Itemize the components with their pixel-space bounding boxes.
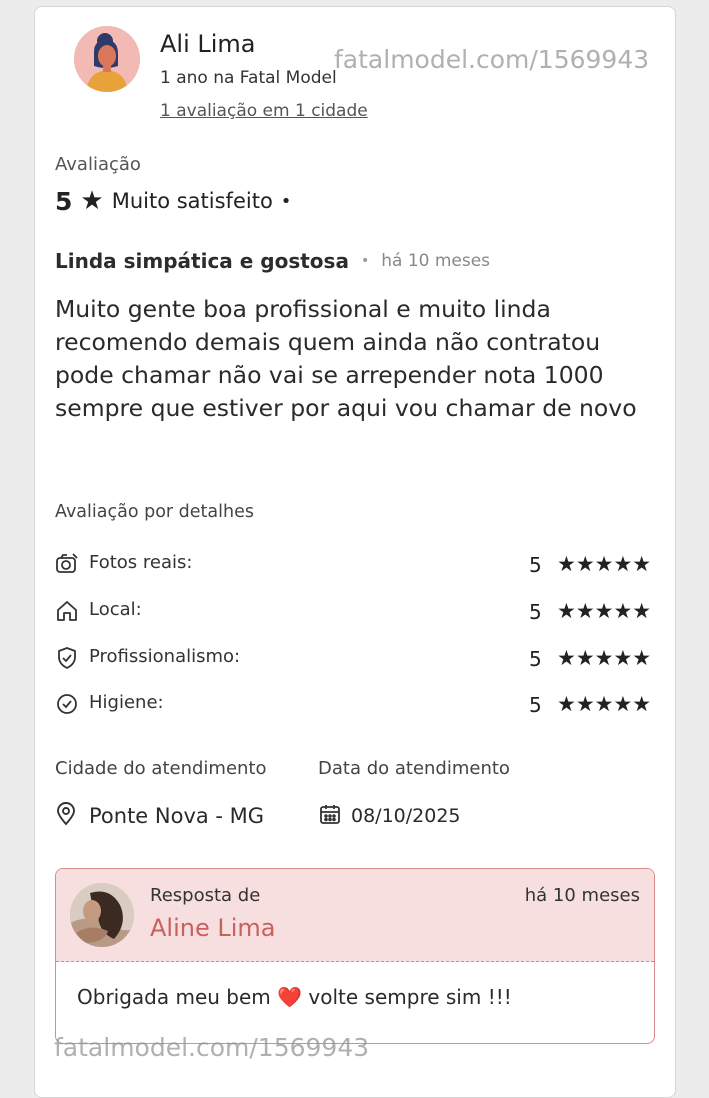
camera-icon [55,552,79,576]
reply-prefix: Resposta de [150,885,261,906]
detail-score: 5 [529,693,542,717]
review-body: Muito gente boa profissional e muito lin… [55,295,637,422]
detail-score: 5 [529,647,542,671]
overall-rating: 5 ★ Muito satisfeito • [55,186,291,216]
rating-label: Avaliação [55,154,141,175]
reply-text-after: volte sempre sim !!! [308,985,512,1009]
reply-box: Resposta de há 10 meses Aline Lima Obrig… [55,868,655,1044]
reply-header: Resposta de há 10 meses Aline Lima [56,869,654,962]
detail-stars: ★★★★★ [557,599,652,623]
city-value: Ponte Nova - MG [89,804,265,828]
reply-text-before: Obrigada meu bem [77,985,271,1009]
detail-row-higiene: Higiene: 5 ★★★★★ [55,690,655,720]
review-title: Linda simpática e gostosa [55,249,349,273]
detail-label: Higiene: [89,692,164,713]
detail-row-local: Local: 5 ★★★★★ [55,597,655,627]
review-header: Linda simpática e gostosa • há 10 meses [55,249,490,273]
detail-stars: ★★★★★ [557,692,652,716]
rating-value: 5 [55,186,73,216]
reviewer-avatar[interactable] [74,26,140,92]
reply-author-name[interactable]: Aline Lima [150,914,275,942]
reviewer-reviews-link[interactable]: 1 avaliação em 1 cidade [160,101,368,121]
reviewer-name[interactable]: Ali Lima [160,30,256,58]
heart-icon: ❤️ [277,985,303,1009]
star-icon: ★ [80,186,104,216]
calendar-icon [318,802,342,830]
reviewer-member-since: 1 ano na Fatal Model [160,68,337,88]
service-date: 08/10/2025 [318,802,461,830]
detail-label: Fotos reais: [89,552,193,573]
home-icon [55,599,79,623]
date-label: Data do atendimento [318,758,510,779]
rating-text: Muito satisfeito [111,189,273,213]
service-city: Ponte Nova - MG [55,802,264,830]
detail-stars: ★★★★★ [557,552,652,576]
rating-separator: • [280,190,292,212]
detail-row-fotos-reais: Fotos reais: 5 ★★★★★ [55,550,655,580]
location-pin-icon [55,802,77,830]
title-separator: • [360,253,370,269]
reply-avatar[interactable] [70,883,134,947]
review-time: há 10 meses [381,251,491,271]
shield-check-icon [55,646,79,670]
watermark-top: fatalmodel.com/1569943 [334,45,650,74]
reply-text: Obrigada meu bem ❤️ volte sempre sim !!! [77,985,512,1009]
date-value: 08/10/2025 [351,805,461,827]
detail-score: 5 [529,553,542,577]
reply-time: há 10 meses [524,885,640,906]
detail-label: Profissionalismo: [89,646,241,667]
detail-score: 5 [529,600,542,624]
watermark-bottom: fatalmodel.com/1569943 [54,1033,370,1062]
city-label: Cidade do atendimento [55,758,267,779]
detail-label: Local: [89,599,142,620]
detail-row-profissionalismo: Profissionalismo: 5 ★★★★★ [55,644,655,674]
detail-stars: ★★★★★ [557,646,652,670]
check-circle-icon [55,692,79,716]
details-label: Avaliação por detalhes [55,502,254,522]
